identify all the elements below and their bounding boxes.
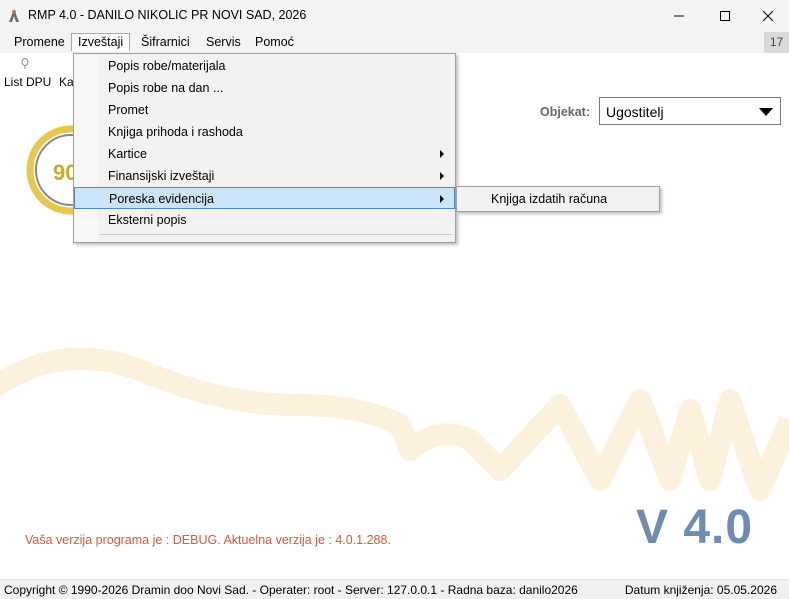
status-bar: Copyright © 1990-2026 Dramin doo Novi Sa… xyxy=(0,579,789,599)
menu-item-label: Eksterni popis xyxy=(108,213,187,227)
dropdown-arrow-icon xyxy=(759,108,773,116)
menu-item-label: Popis robe na dan ... xyxy=(108,81,224,95)
menu-item-popis-robe-na-dan[interactable]: Popis robe na dan ... xyxy=(75,77,454,99)
menu-sifrarnici[interactable]: Šifrarnici xyxy=(135,33,196,51)
close-button[interactable] xyxy=(745,0,789,31)
menu-item-label: Finansijski izveštaji xyxy=(108,169,215,183)
minimize-icon xyxy=(674,15,684,16)
maximize-button[interactable] xyxy=(702,0,748,31)
objekat-select-value: Ugostitelj xyxy=(606,104,664,120)
objekat-label: Objekat: xyxy=(540,105,591,119)
debug-message: Vaša verzija programa je : DEBUG. Aktuel… xyxy=(25,533,391,547)
objekat-select[interactable]: Ugostitelj xyxy=(599,97,781,125)
submenu-arrow-icon xyxy=(440,172,444,180)
menu-item-finansijski-izvestaji[interactable]: Finansijski izveštaji xyxy=(75,165,454,187)
menu-item-label: Promet xyxy=(108,103,149,117)
pin-icon xyxy=(21,58,29,69)
minimize-button[interactable] xyxy=(656,0,702,31)
menu-pomoc[interactable]: Pomoć xyxy=(249,33,300,51)
menu-item-label: Kartice xyxy=(108,147,147,161)
app-logo-icon xyxy=(9,9,19,22)
status-posting-date: Datum knjiženja: 05.05.2026 xyxy=(624,583,777,597)
close-icon xyxy=(762,10,774,21)
counter-badge: 17 xyxy=(764,32,789,53)
toolbar-item-ka[interactable]: Ka xyxy=(59,75,74,89)
submenu-arrow-icon xyxy=(440,150,444,158)
menu-item-label: Poreska evidencija xyxy=(109,192,214,206)
menu-item-kartice[interactable]: Kartice xyxy=(75,143,454,165)
menu-item-knjiga-izdatih-racuna[interactable]: Knjiga izdatih računa xyxy=(491,192,607,206)
menu-separator xyxy=(100,234,452,235)
menu-item-label: Popis robe/materijala xyxy=(108,59,226,73)
menu-promene[interactable]: Promene xyxy=(8,33,71,51)
menu-item-eksterni-popis[interactable]: Eksterni popis xyxy=(75,209,454,231)
submenu-arrow-icon xyxy=(440,195,444,203)
status-info: Copyright © 1990-2026 Dramin doo Novi Sa… xyxy=(4,583,578,597)
toolbar-list-dpu[interactable]: List DPU xyxy=(4,75,51,89)
maximize-icon xyxy=(720,10,730,21)
menu-bar: Promene Izveštaji Šifrarnici Servis Pomo… xyxy=(0,31,789,53)
menu-item-popis-robe-materijala[interactable]: Popis robe/materijala xyxy=(75,55,454,77)
menu-izvestaji[interactable]: Izveštaji xyxy=(71,33,131,51)
poreska-evidencija-submenu: Knjiga izdatih računa xyxy=(456,186,660,212)
window-title: RMP 4.0 - DANILO NIKOLIC PR NOVI SAD, 20… xyxy=(28,8,307,22)
title-bar: RMP 4.0 - DANILO NIKOLIC PR NOVI SAD, 20… xyxy=(0,0,789,31)
menu-servis[interactable]: Servis xyxy=(200,33,247,51)
menu-item-label: Knjiga prihoda i rashoda xyxy=(108,125,243,139)
izvestaji-dropdown-menu: Popis robe/materijala Popis robe na dan … xyxy=(73,53,456,243)
menu-item-promet[interactable]: Promet xyxy=(75,99,454,121)
menu-item-poreska-evidencija[interactable]: Poreska evidencija xyxy=(74,187,455,209)
version-badge: V 4.0 xyxy=(636,501,754,554)
menu-item-knjiga-prihoda-i-rashoda[interactable]: Knjiga prihoda i rashoda xyxy=(75,121,454,143)
